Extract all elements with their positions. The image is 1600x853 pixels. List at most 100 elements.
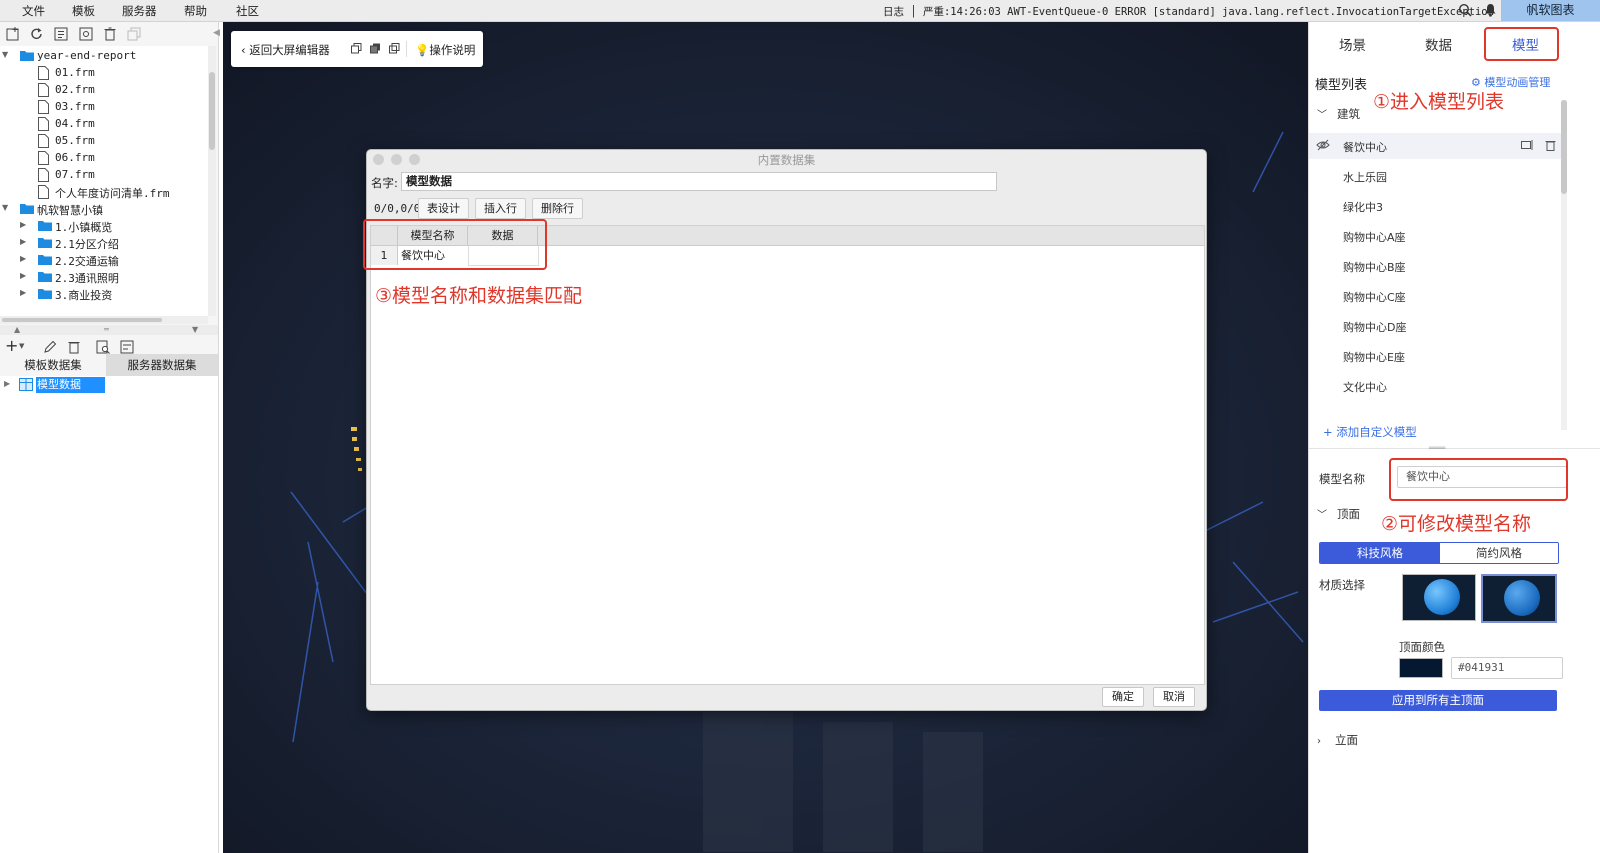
material-option-selected[interactable] (1481, 574, 1557, 623)
dataset-settings-icon[interactable] (119, 339, 135, 355)
model-item[interactable]: 水上乐园 (1343, 169, 1387, 185)
model-item[interactable]: 购物中心B座 (1343, 259, 1406, 275)
bell-icon[interactable] (1484, 3, 1497, 20)
arrow-up-icon[interactable]: ▲ (14, 325, 20, 334)
model-item[interactable]: 购物中心C座 (1343, 289, 1406, 305)
arrow-down-icon[interactable]: ▼ (192, 325, 198, 334)
edit-icon[interactable] (42, 339, 58, 355)
section-top-surface[interactable]: ﹀ 顶面 (1317, 506, 1360, 522)
model-item[interactable]: 餐饮中心 (1343, 139, 1387, 155)
tab-template-dataset[interactable]: 模板数据集 (0, 354, 106, 376)
drag-handle-icon[interactable]: ═══ (1429, 444, 1445, 454)
model-list-scrollbar[interactable] (1561, 100, 1567, 430)
dataset-name-input[interactable]: 模型数据 (401, 172, 997, 191)
file-icon (38, 117, 49, 134)
row-col-indicator: 0/0,0/0 (374, 202, 421, 215)
cancel-button[interactable]: 取消 (1153, 687, 1195, 707)
model-name-label: 模型名称 (1319, 472, 1365, 486)
chevron-right-icon[interactable]: ▶ (4, 379, 10, 388)
insert-row-button[interactable]: 插入行 (475, 198, 526, 219)
chevron-down-icon: ﹀ (1317, 110, 1327, 121)
annotation-step2: ②可修改模型名称 (1381, 513, 1532, 535)
ok-button[interactable]: 确定 (1102, 687, 1144, 707)
file-tree: ▼ year-end-report 01.frm 02.frm 03.frm 04… (0, 46, 208, 316)
chevron-right-icon[interactable]: ▶ (20, 271, 30, 280)
settings-icon[interactable] (78, 26, 94, 42)
file-icon (38, 100, 49, 117)
brand-label[interactable]: 帆软图表 (1501, 0, 1600, 21)
rename-icon[interactable] (1521, 139, 1534, 154)
canvas-toolbar: ‹ 返回大屏编辑器 💡操作说明 (231, 31, 483, 67)
chevron-down-icon[interactable]: ▼ (2, 203, 12, 212)
file-icon (38, 83, 49, 100)
chevron-down-icon[interactable]: ▼ (2, 50, 12, 59)
copy-icon[interactable] (126, 26, 142, 42)
menu-bar: 文件 模板 服务器 帮助 社区 日志 │ 严重:14:26:03 AWT-Eve… (0, 0, 1600, 22)
model-item[interactable]: 绿化中3 (1343, 199, 1383, 215)
menu-community[interactable]: 社区 (236, 3, 259, 19)
section-facade[interactable]: › 立面 (1317, 732, 1358, 748)
menu-template[interactable]: 模板 (72, 3, 95, 19)
chevron-right-icon[interactable]: ▶ (20, 254, 30, 263)
menu-file[interactable]: 文件 (22, 3, 45, 19)
chevron-right-icon[interactable]: ▶ (20, 288, 30, 297)
folder-icon (38, 236, 52, 252)
delete-icon[interactable] (1545, 139, 1556, 154)
folder-icon (38, 270, 52, 286)
table-icon (19, 378, 33, 394)
annotation-step3: ③模型名称和数据集匹配 (375, 285, 583, 307)
menu-server[interactable]: 服务器 (122, 3, 157, 19)
file-icon (38, 66, 49, 83)
dialog-title: 内置数据集 (757, 153, 816, 167)
delete-icon[interactable] (102, 26, 118, 42)
chevron-right-icon[interactable]: ▶ (20, 237, 30, 246)
model-item[interactable]: 购物中心A座 (1343, 229, 1406, 245)
annotation-step1: ①进入模型列表 (1373, 91, 1505, 113)
model-item[interactable]: 购物中心D座 (1343, 319, 1406, 335)
annotation-highlight-box (1389, 458, 1568, 501)
template-info-icon[interactable] (53, 26, 69, 42)
style-simple-button[interactable]: 简约风格 (1440, 543, 1558, 563)
delete-icon[interactable] (66, 339, 82, 355)
new-file-icon[interactable] (5, 26, 21, 42)
apply-all-top-button[interactable]: 应用到所有主顶面 (1319, 690, 1557, 711)
dataset-tabs: 模板数据集 服务器数据集 (0, 354, 218, 376)
chevron-right-icon[interactable]: ▶ (20, 220, 30, 229)
add-custom-model-button[interactable]: + 添加自定义模型 (1323, 424, 1417, 440)
file-icon (38, 185, 49, 202)
eye-hidden-icon[interactable] (1316, 139, 1330, 154)
tab-scene[interactable]: 场景 (1339, 34, 1366, 54)
tree-scrollbar[interactable] (208, 46, 216, 316)
color-hex-input[interactable]: #041931 (1451, 657, 1563, 679)
lightbulb-icon: 💡 (415, 43, 430, 57)
tree-horizontal-scrollbar[interactable] (0, 316, 208, 324)
collapse-panel-icon[interactable]: ◀ (213, 28, 220, 38)
delete-row-button[interactable]: 删除行 (532, 198, 583, 219)
preview-icon[interactable] (95, 339, 111, 355)
tab-data[interactable]: 数据 (1425, 34, 1452, 54)
splitter[interactable] (1309, 448, 1600, 449)
panel-splitter[interactable]: ▲ ═ ▼ (0, 325, 218, 335)
folder-icon (20, 202, 34, 218)
right-panel: 场景 数据 模型 模型列表 ⚙ 模型动画管理 ①进入模型列表 ﹀ 建筑 餐饮中心 … (1308, 22, 1600, 853)
menu-help[interactable]: 帮助 (184, 3, 207, 19)
dataset-item[interactable]: ▶ 模型数据 (0, 376, 210, 394)
annotation-highlight-box (363, 219, 547, 270)
model-item[interactable]: 购物中心E座 (1343, 349, 1405, 365)
color-swatch[interactable] (1399, 658, 1443, 678)
back-to-editor-button[interactable]: ‹ 返回大屏编辑器 (241, 42, 330, 58)
style-tech-button[interactable]: 科技风格 (1320, 543, 1440, 563)
style-toggle: 科技风格 简约风格 (1319, 542, 1559, 564)
model-item[interactable]: 文化中心 (1343, 379, 1387, 395)
table-design-button[interactable]: 表设计 (418, 198, 469, 219)
tab-server-dataset[interactable]: 服务器数据集 (106, 354, 218, 376)
refresh-icon[interactable] (29, 26, 45, 42)
material-option[interactable] (1402, 574, 1476, 621)
search-icon[interactable] (1458, 3, 1472, 20)
category-building[interactable]: ﹀ 建筑 (1317, 106, 1360, 122)
toolbar-divider (406, 41, 407, 57)
log-status-text[interactable]: 日志 │ 严重:14:26:03 AWT-EventQueue-0 ERROR … (883, 4, 1494, 19)
help-button[interactable]: 💡操作说明 (415, 42, 475, 58)
drag-handle-icon[interactable]: ═ (104, 325, 109, 334)
chevron-down-icon: ﹀ (1317, 510, 1327, 521)
